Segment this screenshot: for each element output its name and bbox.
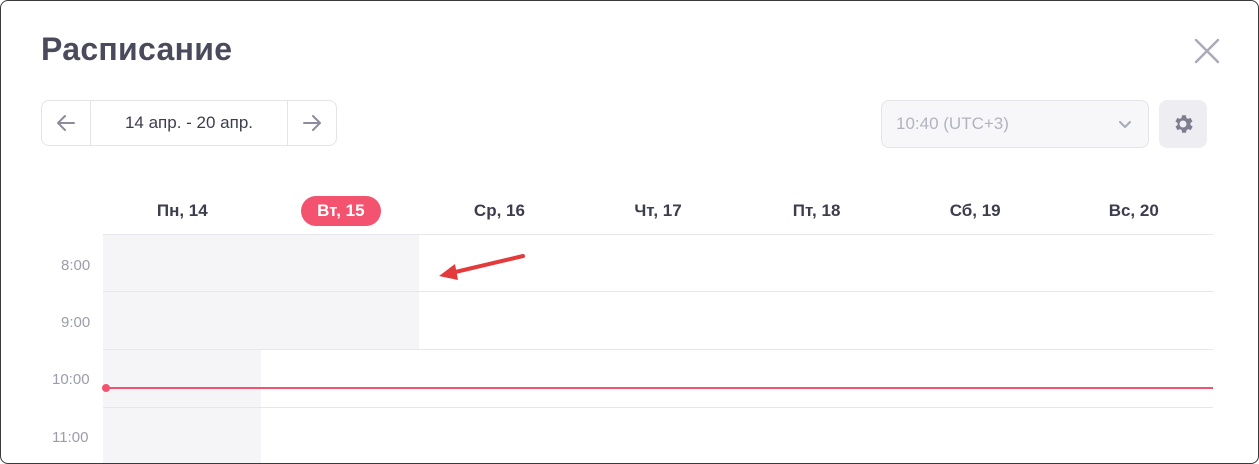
arrow-right-icon [303, 115, 321, 131]
grid-line [103, 407, 1213, 408]
schedule-grid[interactable] [103, 234, 1213, 463]
time-label: 9:00 [61, 314, 91, 331]
day-header[interactable]: Чт, 17 [579, 191, 738, 231]
grid-line [103, 234, 1213, 235]
prev-week-button[interactable] [42, 101, 90, 145]
week-navigator: 14 апр. - 20 апр. [41, 100, 337, 146]
week-range-label[interactable]: 14 апр. - 20 апр. [90, 101, 288, 145]
timezone-select[interactable]: 10:40 (UTC+3) [881, 100, 1149, 148]
day-header[interactable]: Ср, 16 [420, 191, 579, 231]
time-label: 11:00 [52, 429, 89, 446]
day-header[interactable]: Пт, 18 [737, 191, 896, 231]
day-label: Пт, 18 [792, 201, 841, 220]
grid-line [103, 349, 1213, 350]
day-header-today[interactable]: Вт, 15 [262, 191, 421, 231]
close-icon [1194, 38, 1220, 64]
settings-button[interactable] [1159, 100, 1207, 148]
day-header[interactable]: Сб, 19 [896, 191, 1055, 231]
week-days-header: Пн, 14 Вт, 15 Ср, 16 Чт, 17 Пт, 18 Сб, 1… [103, 191, 1213, 231]
chevron-down-icon [1119, 121, 1131, 128]
arrow-left-icon [57, 115, 75, 131]
day-label: Сб, 19 [949, 201, 1001, 220]
schedule-modal: Расписание 14 апр. - 20 апр. 10:40 (UTC+… [0, 0, 1259, 464]
time-label: 10:00 [52, 371, 90, 388]
next-week-button[interactable] [288, 101, 336, 145]
time-label: 8:00 [61, 257, 91, 274]
current-time-line [105, 387, 1213, 389]
day-label-today: Вт, 15 [301, 196, 381, 226]
day-label: Вс, 20 [1108, 201, 1159, 220]
day-header[interactable]: Вс, 20 [1054, 191, 1213, 231]
day-header[interactable]: Пн, 14 [103, 191, 262, 231]
close-button[interactable] [1191, 35, 1223, 67]
day-label: Чт, 17 [634, 201, 682, 220]
timezone-value: 10:40 (UTC+3) [896, 114, 1009, 133]
modal-title: Расписание [41, 31, 233, 67]
annotation-arrow-icon [439, 254, 525, 280]
gear-icon [1175, 115, 1193, 133]
day-label: Ср, 16 [473, 201, 525, 220]
current-time-dot [102, 384, 110, 392]
grid-line [103, 291, 1213, 292]
day-label: Пн, 14 [156, 201, 208, 220]
